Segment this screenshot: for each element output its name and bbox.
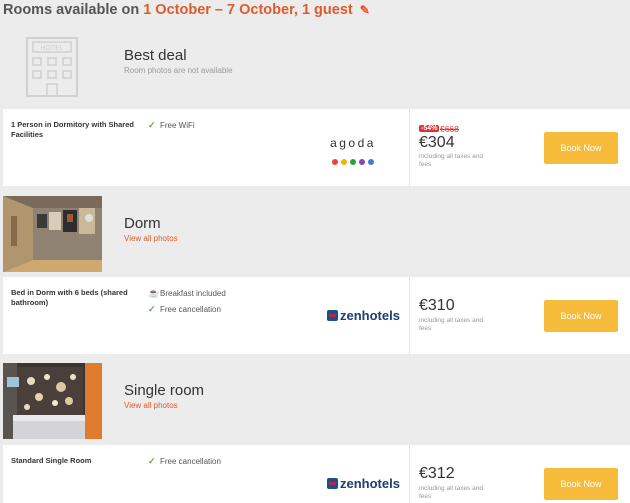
divider <box>409 445 410 503</box>
agoda-logo: agoda <box>323 136 383 170</box>
taxes-note: including all taxes and fees <box>419 485 483 501</box>
dorm-photo[interactable] <box>3 196 102 272</box>
feature-item: ☕Breakfast included <box>148 288 226 299</box>
zenhotels-mark-icon <box>327 478 338 489</box>
feature-item: ✓ Free cancellation <box>148 456 221 467</box>
book-now-button[interactable]: Book Now <box>544 468 618 500</box>
view-all-photos-link[interactable]: View all photos <box>124 234 178 243</box>
room-title: Single room <box>124 382 205 399</box>
feature-label: Free cancellation <box>160 457 221 466</box>
offer-row: 1 Person in Dormitory with Shared Facili… <box>3 109 630 186</box>
offer-room-name: Bed in Dorm with 6 beds (shared bathroom… <box>11 288 128 308</box>
agoda-dot <box>332 159 338 165</box>
discount-badge: -54% <box>419 125 440 132</box>
agoda-dot <box>341 159 347 165</box>
book-now-button[interactable]: Book Now <box>544 132 618 164</box>
pencil-icon[interactable]: ✎ <box>360 3 370 17</box>
zenhotels-logo: zenhotels <box>327 308 400 323</box>
agoda-dot <box>368 159 374 165</box>
room-title: Dorm <box>124 215 161 232</box>
zenhotels-mark-icon <box>327 310 338 321</box>
header-dates[interactable]: 1 October – 7 October, 1 guest <box>143 2 353 18</box>
offer-room-name: Standard Single Room <box>11 456 92 465</box>
room-dorm: Dorm View all photos <box>0 196 630 276</box>
taxes-note: including all taxes and fees <box>419 317 483 333</box>
feature-item: ✓ Free cancellation <box>148 304 221 315</box>
agoda-dots <box>323 152 383 170</box>
zenhotels-wordmark: zenhotels <box>340 308 400 323</box>
header-prefix: Rooms available on <box>3 2 140 18</box>
price: €304 <box>419 134 455 151</box>
room-single: Single room View all photos <box>0 363 630 443</box>
single-room-photo[interactable] <box>3 363 102 439</box>
hotel-placeholder-icon: HOTEL <box>3 28 102 104</box>
divider <box>409 109 410 186</box>
feature-label: Free WiFi <box>160 121 195 130</box>
room-best-deal: HOTEL Best deal Room photos are not avai… <box>0 28 630 108</box>
check-icon: ✓ <box>148 456 156 466</box>
room-title: Best deal <box>124 47 187 64</box>
divider <box>409 277 410 354</box>
price: €312 <box>419 465 455 482</box>
feature-label: Free cancellation <box>160 305 221 314</box>
check-icon: ✓ <box>148 120 156 130</box>
zenhotels-wordmark: zenhotels <box>340 476 400 491</box>
agoda-dot <box>350 159 356 165</box>
old-price: €668 <box>440 124 459 134</box>
photos-unavailable-note: Room photos are not available <box>124 66 233 75</box>
book-now-button[interactable]: Book Now <box>544 300 618 332</box>
agoda-dot <box>359 159 365 165</box>
offer-row: Standard Single Room ✓ Free cancellation … <box>3 445 630 503</box>
offer-row: Bed in Dorm with 6 beds (shared bathroom… <box>3 277 630 354</box>
zenhotels-logo: zenhotels <box>327 476 400 491</box>
price: €310 <box>419 297 455 314</box>
svg-text:HOTEL: HOTEL <box>40 45 63 52</box>
offer-room-name: 1 Person in Dormitory with Shared Facili… <box>11 120 134 140</box>
check-icon: ✓ <box>148 304 156 314</box>
rooms-header: Rooms available on 1 October – 7 October… <box>3 2 370 18</box>
feature-label: Breakfast included <box>160 289 226 298</box>
view-all-photos-link[interactable]: View all photos <box>124 401 178 410</box>
agoda-wordmark: agoda <box>330 136 376 150</box>
breakfast-icon: ☕ <box>148 288 160 298</box>
taxes-note: including all taxes and fees <box>419 153 483 169</box>
feature-item: ✓ Free WiFi <box>148 120 195 131</box>
